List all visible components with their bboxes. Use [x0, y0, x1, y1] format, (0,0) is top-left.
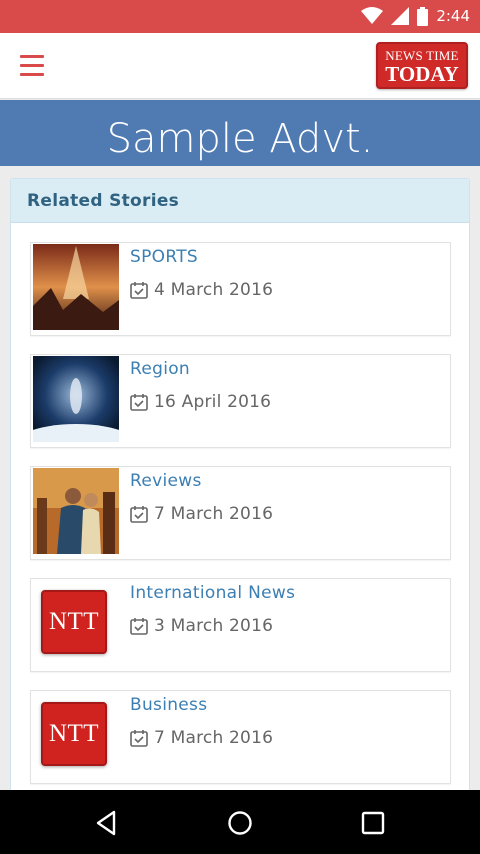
story-title: Reviews — [130, 471, 202, 491]
story-card-reviews[interactable]: Reviews 7 March 2016 — [30, 466, 451, 560]
story-date-row: 16 April 2016 — [130, 391, 271, 413]
calendar-check-icon — [130, 618, 148, 635]
calendar-check-icon — [130, 282, 148, 299]
status-time: 2:44 — [436, 7, 470, 25]
home-icon[interactable] — [225, 808, 255, 838]
story-date: 3 March 2016 — [154, 616, 274, 636]
story-date: 16 April 2016 — [154, 392, 272, 412]
ntt-logo: NTT — [41, 702, 107, 766]
reviews-thumbnail — [33, 468, 119, 554]
calendar-check-icon — [130, 394, 148, 411]
ntt-logo: NTT — [41, 590, 107, 654]
story-title: Region — [130, 359, 190, 379]
status-bar: 2:44 — [0, 0, 480, 33]
story-title: SPORTS — [130, 247, 198, 267]
status-icons: 2:44 — [361, 6, 470, 26]
calendar-check-icon — [130, 730, 148, 747]
story-card-international-news[interactable]: NTT International News 3 March 2016 — [30, 578, 451, 672]
recents-icon[interactable] — [358, 808, 388, 838]
back-icon[interactable] — [92, 808, 122, 838]
battery-icon — [417, 6, 429, 26]
story-date-row: 4 March 2016 — [130, 279, 273, 301]
ad-banner-text: Sample Advt. — [106, 116, 374, 162]
story-date-row: 7 March 2016 — [130, 503, 273, 525]
navigation-bar — [0, 790, 480, 854]
story-date-row: 3 March 2016 — [130, 615, 273, 637]
hamburger-menu-icon[interactable] — [18, 51, 48, 81]
story-card-business[interactable]: NTT Business 7 March 2016 — [30, 690, 451, 784]
calendar-check-icon — [130, 506, 148, 523]
signal-icon — [391, 7, 410, 25]
wifi-icon — [361, 7, 384, 24]
story-title: Business — [130, 695, 208, 715]
story-date: 4 March 2016 — [154, 280, 274, 300]
related-stories-header: Related Stories — [11, 179, 469, 223]
sports-thumbnail — [33, 244, 119, 330]
story-title: International News — [130, 583, 296, 603]
logo-line-1: NEWS TIME — [385, 48, 459, 63]
region-thumbnail — [33, 356, 119, 442]
app-bar: NEWS TIME TODAY — [0, 33, 480, 99]
ad-banner[interactable]: Sample Advt. — [0, 100, 480, 166]
story-date-row: 7 March 2016 — [130, 727, 273, 749]
related-stories-panel: Related Stories SPORTS 4 March 2016 Regi… — [10, 178, 470, 798]
story-date: 7 March 2016 — [154, 504, 274, 524]
story-date: 7 March 2016 — [154, 728, 274, 748]
story-card-region[interactable]: Region 16 April 2016 — [30, 354, 451, 448]
news-time-today-logo[interactable]: NEWS TIME TODAY — [376, 42, 468, 89]
story-card-sports[interactable]: SPORTS 4 March 2016 — [30, 242, 451, 336]
logo-line-2: TODAY — [385, 62, 459, 86]
